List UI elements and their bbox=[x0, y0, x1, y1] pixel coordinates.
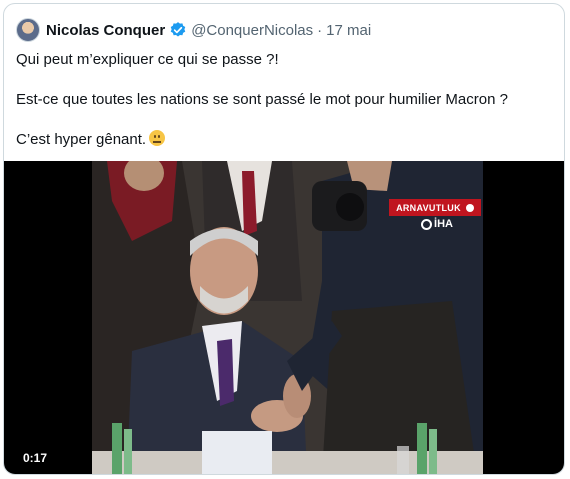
tweet-paragraph-text: C’est hyper gênant. bbox=[16, 131, 147, 148]
avatar[interactable] bbox=[16, 18, 40, 42]
separator-dot: · bbox=[317, 21, 323, 39]
author-name[interactable]: Nicolas Conquer bbox=[46, 22, 165, 39]
tweet-date[interactable]: 17 mai bbox=[326, 22, 371, 39]
tweet-text: Qui peut m’expliquer ce qui se passe ?! … bbox=[16, 50, 552, 170]
neutral-face-icon bbox=[149, 130, 166, 146]
iha-ring-icon bbox=[421, 218, 433, 230]
tweet-paragraph: Est-ce que toutes les nations se sont pa… bbox=[16, 91, 508, 108]
video-duration: 0:17 bbox=[16, 449, 55, 467]
video-frame: ARNAVUTLUK İHA bbox=[92, 161, 483, 474]
record-dot-icon bbox=[465, 203, 474, 212]
location-badge: ARNAVUTLUK bbox=[389, 199, 481, 216]
verified-badge-icon bbox=[169, 21, 187, 39]
location-badge-label: ARNAVUTLUK bbox=[396, 202, 461, 213]
video-player[interactable]: ARNAVUTLUK İHA 0:17 bbox=[4, 161, 564, 474]
iha-logo: İHA bbox=[421, 218, 453, 230]
iha-logo-text: İHA bbox=[434, 218, 453, 230]
author-handle[interactable]: @ConquerNicolas bbox=[191, 22, 313, 39]
tweet-paragraph: Qui peut m’expliquer ce qui se passe ?! bbox=[16, 51, 279, 68]
tweet-header: Nicolas Conquer @ConquerNicolas · 17 mai bbox=[16, 18, 371, 42]
tweet-card[interactable]: Nicolas Conquer @ConquerNicolas · 17 mai… bbox=[3, 3, 565, 475]
tweet-paragraph-last: C’est hyper gênant. bbox=[16, 130, 552, 150]
